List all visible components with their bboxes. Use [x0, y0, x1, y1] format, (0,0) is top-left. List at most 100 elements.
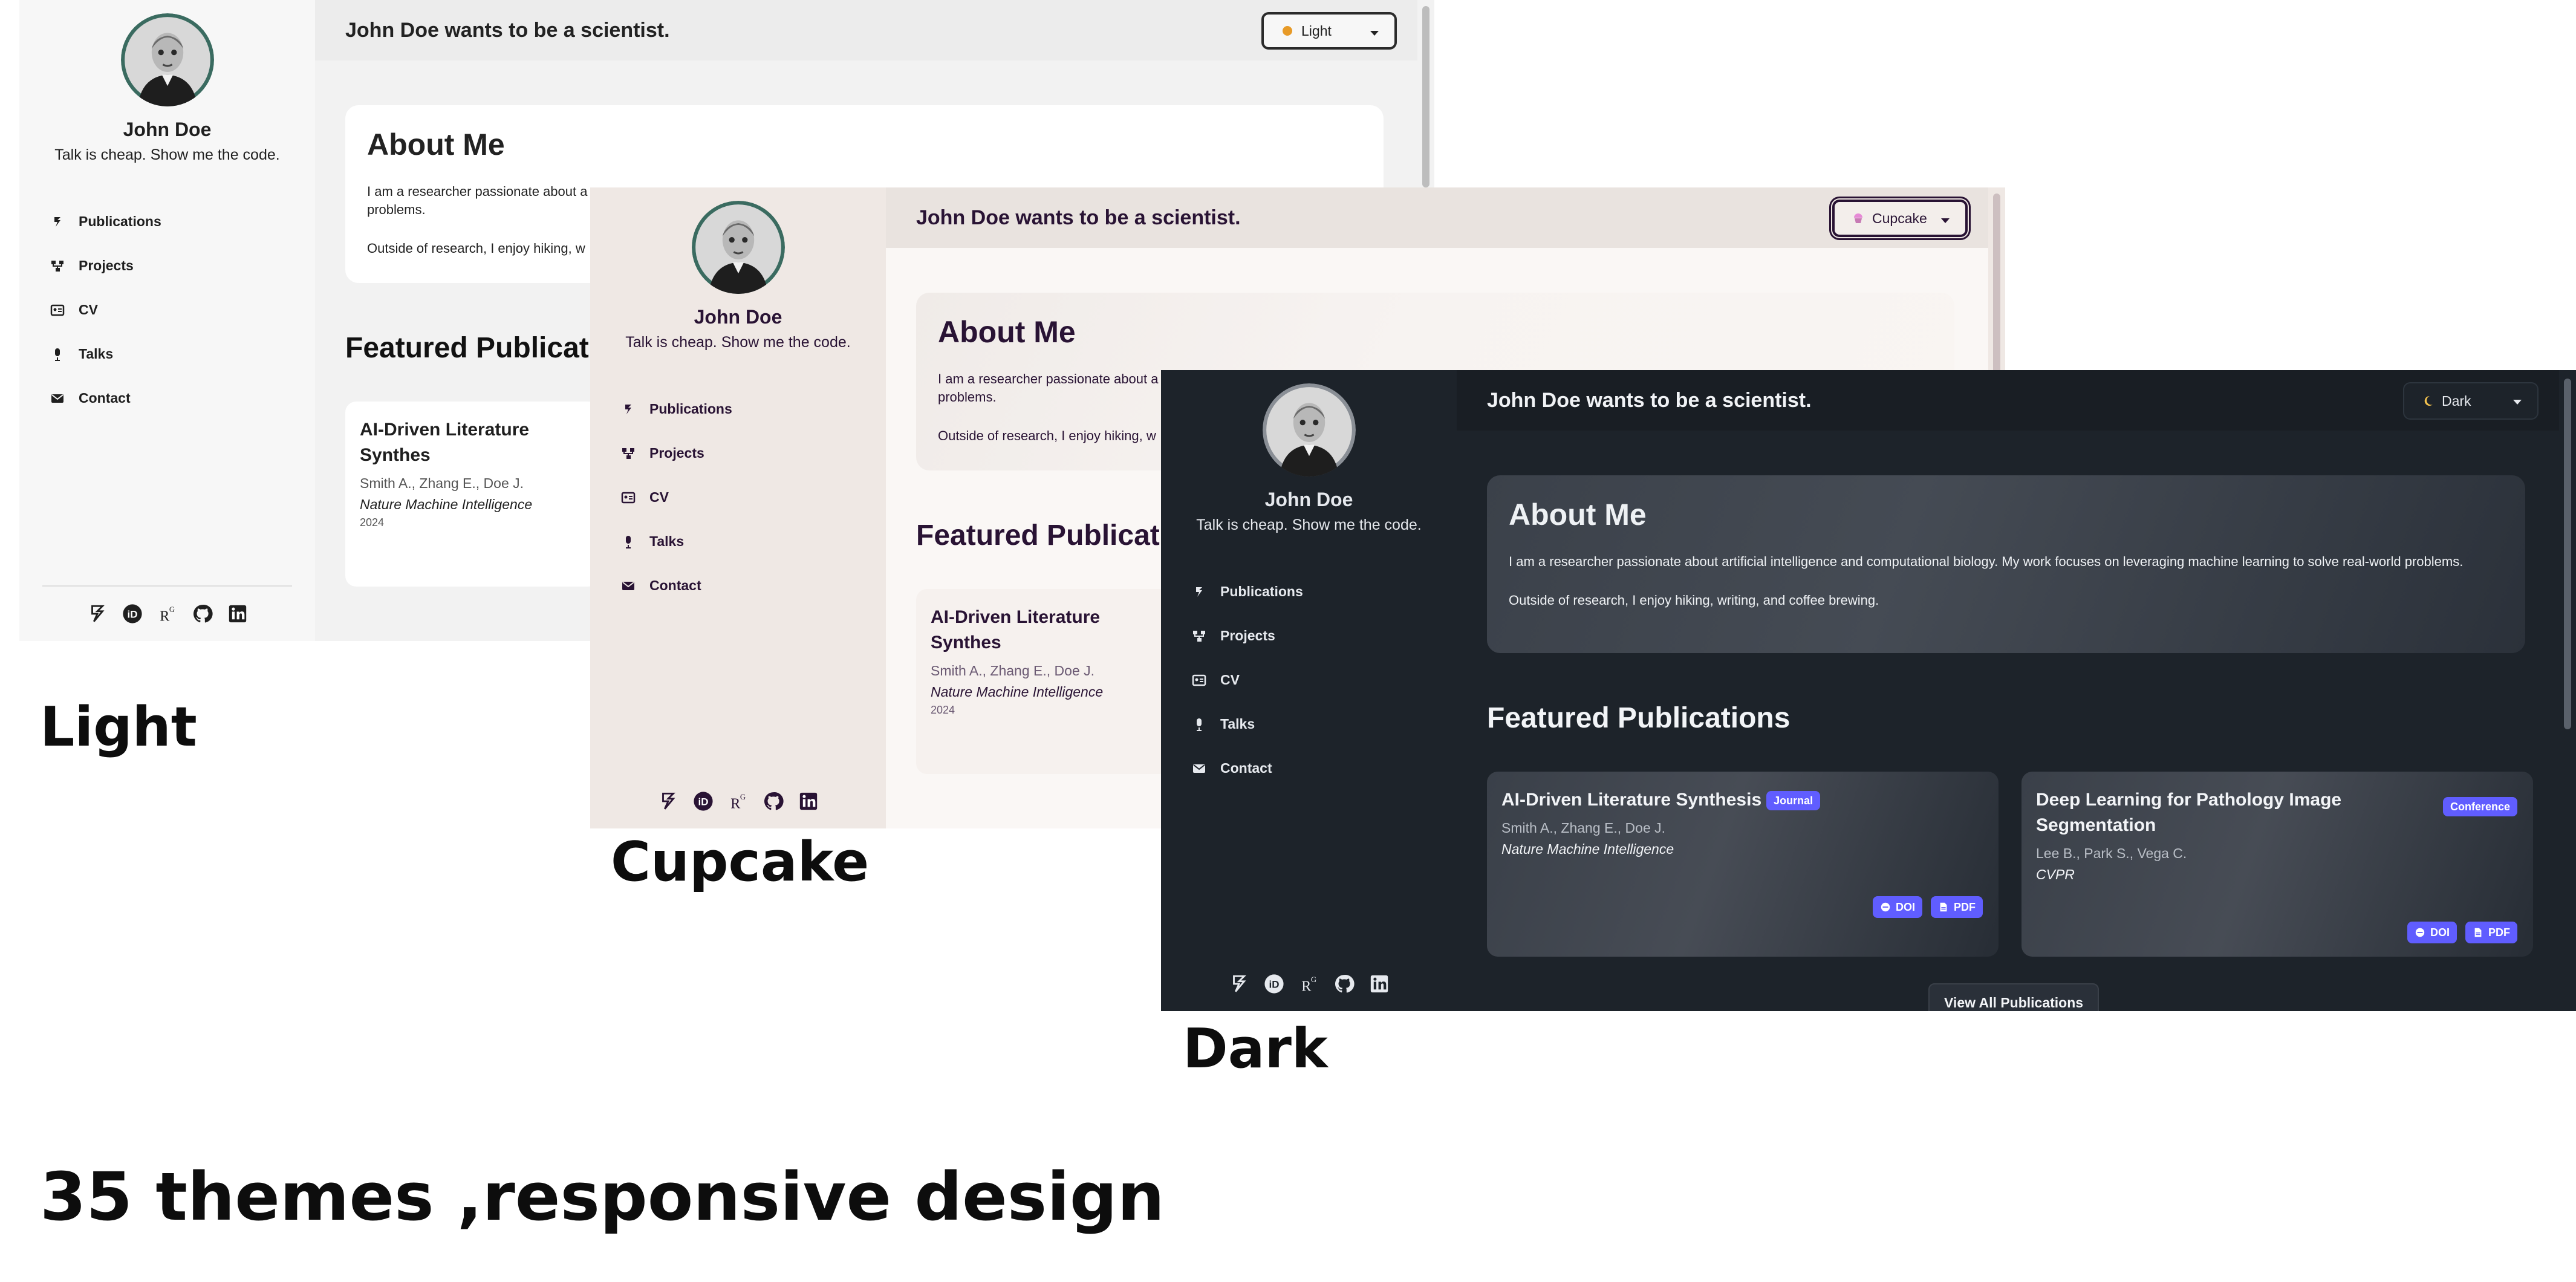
sidebar-item-label: CV — [79, 302, 98, 317]
theme-selector-label: Cupcake — [1872, 210, 1927, 226]
envelope-icon — [620, 578, 636, 594]
sidebar-item-talks[interactable]: Talks — [1191, 702, 1303, 746]
social-links: iD RG — [1161, 969, 1457, 999]
caption-dark: Dark — [1183, 1017, 1328, 1081]
about-card: About Me I am a researcher passionate ab… — [1487, 475, 2525, 653]
sidebar-item-projects[interactable]: Projects — [620, 431, 732, 475]
profile-tagline: Talk is cheap. Show me the code. — [1196, 516, 1422, 533]
google-scholar-icon[interactable] — [86, 603, 108, 625]
about-paragraph-2: Outside of research, I enjoy hiking, wri… — [1509, 593, 1879, 608]
sidebar-item-label: Contact — [1220, 760, 1272, 776]
publication-actions: DOI PDF — [1872, 896, 1983, 918]
sidebar-item-label: Publications — [649, 401, 732, 417]
sidebar-item-contact[interactable]: Contact — [1191, 746, 1303, 790]
sidebar-item-publications[interactable]: Publications — [50, 200, 161, 244]
linkedin-icon[interactable] — [798, 790, 819, 812]
github-icon[interactable] — [1333, 973, 1355, 995]
sidebar-item-label: Contact — [79, 390, 131, 406]
about-paragraph-1: I am a researcher passionate about artif… — [1509, 554, 2464, 569]
sidebar-item-publications[interactable]: Publications — [620, 387, 732, 431]
sidebar-item-cv[interactable]: CV — [50, 288, 161, 332]
envelope-icon — [50, 391, 65, 406]
orcid-icon[interactable]: iD — [692, 790, 714, 812]
researchgate-icon[interactable]: RG — [157, 603, 178, 625]
sidebar-item-contact[interactable]: Contact — [620, 564, 732, 608]
doi-icon — [1881, 902, 1890, 912]
top-bar: John Doe wants to be a scientist. Light — [315, 0, 1417, 60]
orcid-icon[interactable]: iD — [122, 603, 143, 625]
profile-tagline: Talk is cheap. Show me the code. — [54, 146, 280, 163]
profile-tagline: Talk is cheap. Show me the code. — [625, 334, 851, 351]
publication-badge: Journal — [1766, 791, 1821, 811]
avatar — [1262, 383, 1356, 477]
cv-icon — [50, 302, 65, 318]
view-all-publications-button[interactable]: View All Publications — [1928, 983, 2100, 1011]
sidebar-item-label: Talks — [649, 533, 685, 549]
theme-selector-label: Light — [1301, 22, 1332, 39]
caption-light: Light — [40, 695, 197, 759]
dark-theme-window: John Doe Talk is cheap. Show me the code… — [1161, 370, 2576, 1011]
cv-icon — [1191, 672, 1207, 688]
pdf-button[interactable]: PDF — [2465, 922, 2517, 943]
top-bar: John Doe wants to be a scientist. Cupcak… — [886, 187, 1988, 248]
publication-title[interactable]: AI-Driven Literature Synthes — [931, 605, 1156, 656]
sidebar-item-projects[interactable]: Projects — [1191, 614, 1303, 658]
sidebar-item-label: CV — [1220, 672, 1240, 688]
sidebar-item-projects[interactable]: Projects — [50, 244, 161, 288]
chevron-down-icon — [2513, 400, 2522, 405]
github-icon[interactable] — [192, 603, 213, 625]
projects-icon — [50, 258, 65, 274]
svg-text:iD: iD — [1269, 978, 1279, 990]
top-bar: John Doe wants to be a scientist. Dark — [1457, 370, 2559, 431]
sidebar: John Doe Talk is cheap. Show me the code… — [1161, 370, 1457, 1011]
microphone-icon — [620, 534, 636, 550]
google-scholar-icon[interactable] — [1228, 973, 1250, 995]
doi-button[interactable]: DOI — [2407, 922, 2457, 943]
microphone-icon — [50, 347, 65, 362]
featured-heading: Featured Publications — [1487, 702, 1791, 734]
scrollbar[interactable] — [2559, 370, 2576, 1011]
projects-icon — [620, 446, 636, 461]
scrollbar-thumb[interactable] — [2564, 379, 2571, 729]
researchgate-icon[interactable]: RG — [1298, 973, 1320, 995]
publication-card[interactable]: Deep Learning for Pathology Image Segmen… — [2021, 772, 2533, 957]
sidebar-item-talks[interactable]: Talks — [50, 332, 161, 376]
sidebar-item-publications[interactable]: Publications — [1191, 570, 1303, 614]
scholar-icon — [1191, 584, 1207, 600]
publication-authors: Smith A., Zhang E., Doe J. — [1501, 820, 1666, 836]
theme-selector[interactable]: Dark — [2403, 382, 2539, 420]
sidebar-item-talks[interactable]: Talks — [620, 519, 732, 564]
scrollbar-thumb[interactable] — [1422, 6, 1429, 187]
sidebar-item-contact[interactable]: Contact — [50, 376, 161, 420]
publication-title-row: AI-Driven Literature Synthesis Journal — [1501, 787, 1984, 813]
theme-selector[interactable]: Light — [1261, 12, 1397, 50]
publication-authors: Smith A., Zhang E., Doe J. — [931, 663, 1095, 678]
publication-title[interactable]: AI-Driven Literature Synthes — [360, 417, 585, 468]
sidebar: John Doe Talk is cheap. Show me the code… — [19, 0, 315, 641]
pdf-button[interactable]: PDF — [1931, 896, 1983, 918]
sidebar-nav: Publications Projects CV Talks Contact — [1191, 570, 1303, 790]
sidebar: John Doe Talk is cheap. Show me the code… — [590, 187, 886, 828]
publication-card[interactable]: AI-Driven Literature Synthesis Journal Sm… — [1487, 772, 1999, 957]
publication-card[interactable]: AI-Driven Literature Synthes Smith A., Z… — [916, 589, 1170, 774]
linkedin-icon[interactable] — [227, 603, 249, 625]
sidebar-item-cv[interactable]: CV — [1191, 658, 1303, 702]
doi-button[interactable]: DOI — [1872, 896, 1922, 918]
sidebar-item-cv[interactable]: CV — [620, 475, 732, 519]
pdf-icon — [1940, 902, 1947, 912]
publication-venue: Nature Machine Intelligence — [1501, 841, 1674, 857]
publication-actions: DOI PDF — [2407, 922, 2517, 943]
theme-selector[interactable]: Cupcake — [1832, 200, 1968, 237]
researchgate-icon[interactable]: RG — [727, 790, 749, 812]
svg-text:iD: iD — [698, 796, 708, 807]
google-scholar-icon[interactable] — [657, 790, 679, 812]
publication-card[interactable]: AI-Driven Literature Synthes Smith A., Z… — [345, 402, 599, 587]
publication-title[interactable]: AI-Driven Literature Synthesis — [1501, 790, 1761, 810]
cupcake-icon — [1852, 212, 1865, 225]
github-icon[interactable] — [763, 790, 784, 812]
cv-icon — [620, 490, 636, 506]
orcid-icon[interactable]: iD — [1263, 973, 1285, 995]
sun-icon — [1281, 24, 1294, 37]
linkedin-icon[interactable] — [1368, 973, 1390, 995]
scrollbar-thumb[interactable] — [1993, 194, 2000, 375]
